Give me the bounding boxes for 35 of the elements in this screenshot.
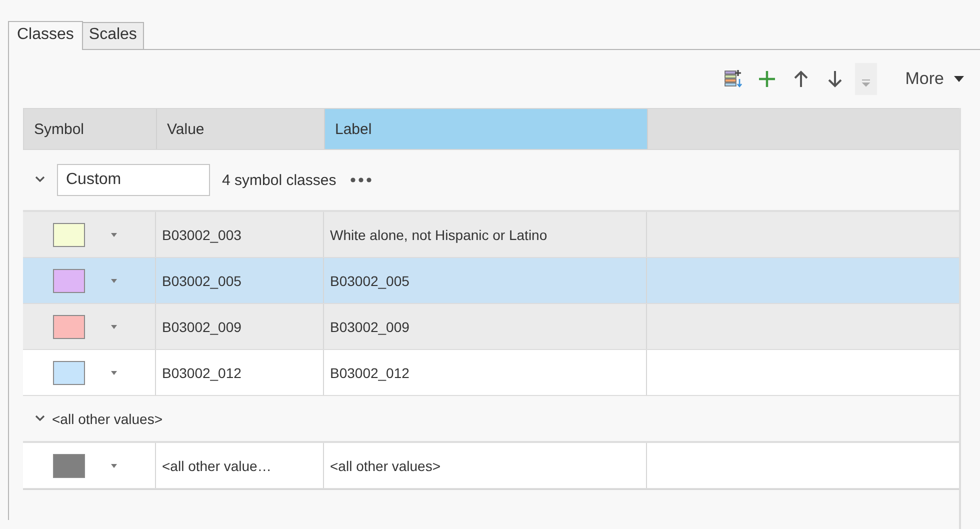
more-dropdown[interactable]: More — [905, 69, 964, 89]
overflow-icon[interactable] — [855, 63, 878, 95]
table-cell: B03002_003 — [156, 212, 324, 257]
table-cell: B03002_012 — [156, 350, 324, 395]
table-row[interactable]: B03002_003 White alone, not Hispanic or Latino — [23, 212, 959, 258]
table-row[interactable]: B03002_012 B03002_012 — [23, 350, 959, 396]
symbol-swatch[interactable] — [53, 314, 85, 338]
table-cell: <all other value… — [156, 443, 324, 488]
chevron-down-icon[interactable] — [35, 414, 45, 422]
symbol-swatch[interactable] — [53, 454, 85, 478]
add-from-list-icon[interactable] — [723, 69, 744, 89]
chevron-down-icon[interactable] — [35, 176, 45, 184]
plus-icon[interactable] — [757, 69, 778, 89]
symbol-swatch[interactable] — [53, 222, 85, 246]
tab[interactable]: Scales — [82, 22, 144, 49]
heading-field[interactable]: Custom — [57, 164, 210, 196]
class-count: 4 symbol classes — [222, 172, 336, 188]
symbol-swatch[interactable] — [53, 360, 85, 384]
table-cell: B03002_009 — [324, 304, 647, 349]
table-cell: B03002_009 — [156, 304, 324, 349]
tab[interactable]: Classes — [8, 21, 83, 50]
column-header[interactable]: Label — [325, 109, 648, 149]
table-row[interactable]: <all other value… <all other values> — [23, 443, 959, 489]
more-options-icon[interactable] — [350, 177, 372, 183]
caret-icon[interactable] — [954, 76, 964, 82]
group-heading: <all other values> — [52, 410, 163, 426]
table-cell: <all other values> — [324, 443, 647, 488]
column-header[interactable]: Symbol — [24, 109, 157, 149]
table-cell: B03002_005 — [324, 258, 647, 303]
table-cell: B03002_012 — [324, 350, 647, 395]
table-cell: White alone, not Hispanic or Latino — [324, 212, 647, 257]
symbol-swatch[interactable] — [53, 268, 85, 292]
table-row[interactable]: B03002_009 B03002_009 — [23, 304, 959, 350]
table-row[interactable]: B03002_005 B03002_005 — [23, 258, 959, 304]
table-cell: B03002_005 — [156, 258, 324, 303]
